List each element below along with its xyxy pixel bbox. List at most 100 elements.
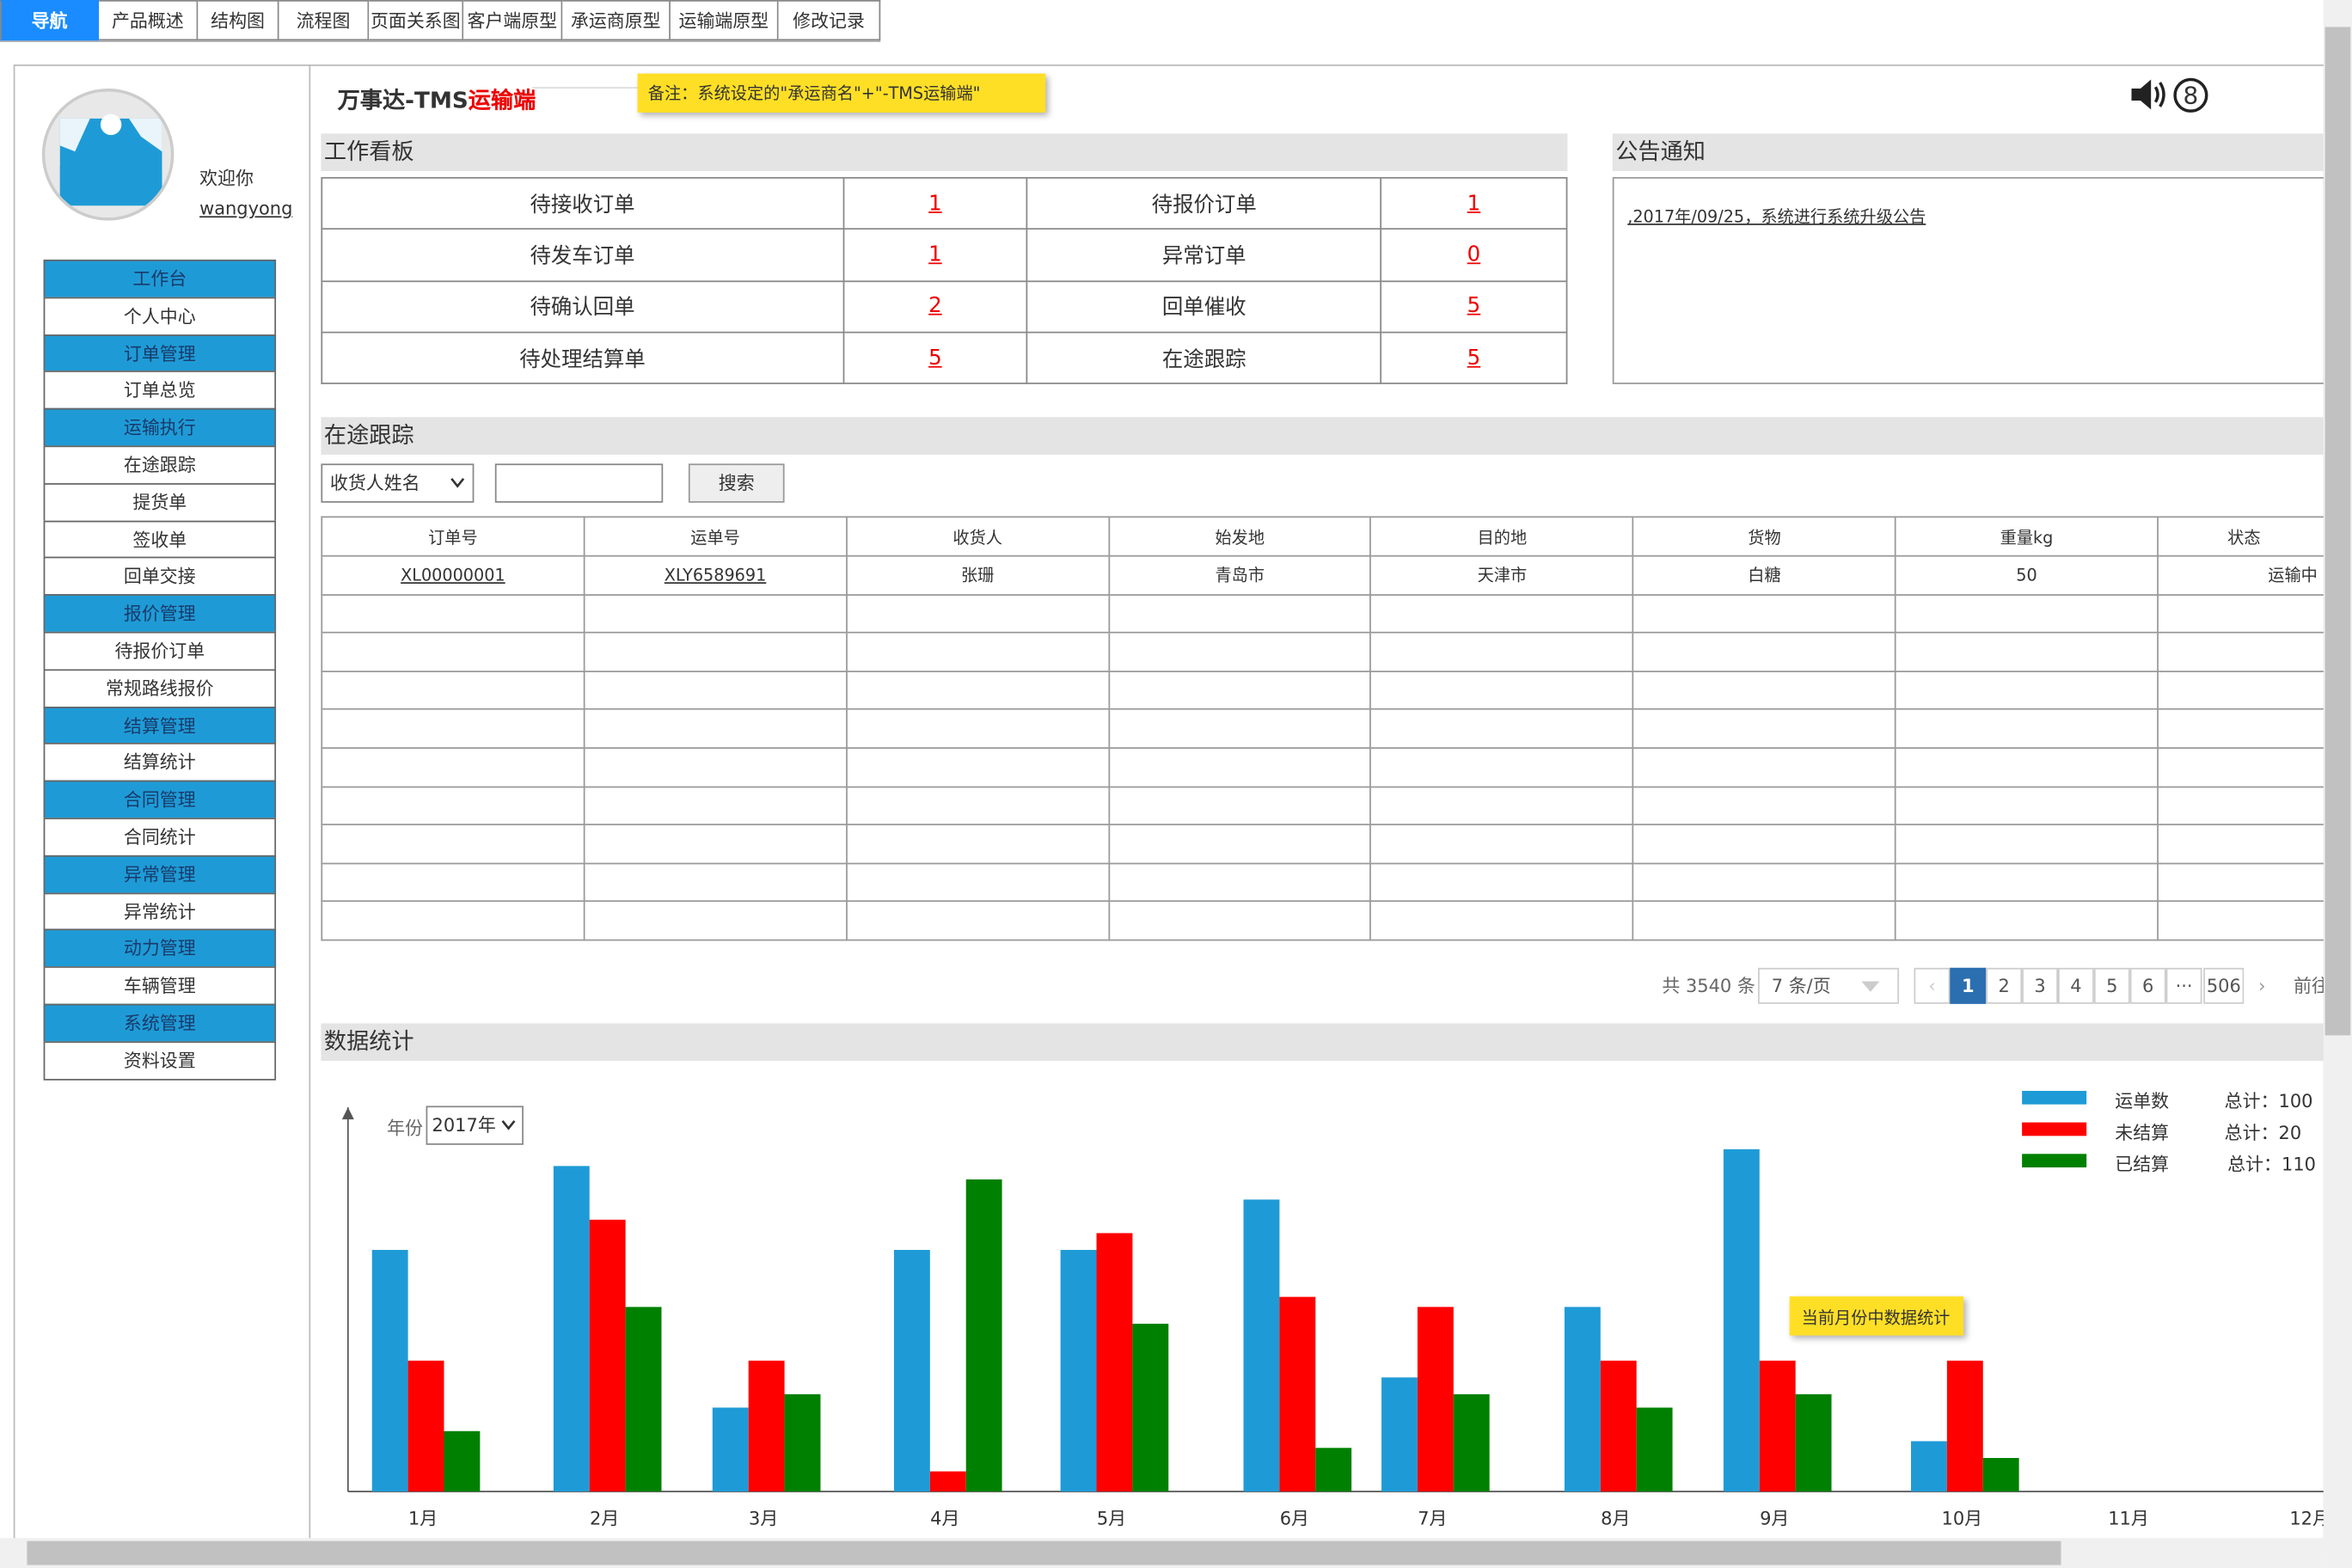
nav-tab-4[interactable]: 页面关系图 bbox=[369, 0, 464, 41]
nav-tab-0[interactable]: 导航 bbox=[0, 0, 100, 41]
table-cell bbox=[1895, 862, 2159, 903]
notice-item[interactable]: ,2017年/09/25，系统进行系统升级公告 bbox=[1627, 204, 2324, 228]
page-button[interactable]: 2 bbox=[1986, 967, 2023, 1004]
board-count[interactable]: 1 bbox=[1380, 176, 1568, 230]
board-count[interactable]: 1 bbox=[842, 228, 1028, 282]
table-cell bbox=[1107, 862, 1372, 903]
nav-tab-6[interactable]: 承运商原型 bbox=[562, 0, 671, 41]
page-size-select[interactable]: 7 条/页 bbox=[1758, 967, 1900, 1004]
speaker-icon[interactable] bbox=[2128, 77, 2171, 119]
menu-item-10[interactable]: 待报价订单 bbox=[43, 631, 277, 671]
x-tick-label: 4月 bbox=[930, 1508, 959, 1528]
page-size-value: 7 条/页 bbox=[1771, 975, 1831, 997]
menu-group-18[interactable]: 动力管理 bbox=[43, 929, 277, 969]
menu-item-17[interactable]: 异常统计 bbox=[43, 891, 277, 931]
menu-item-3[interactable]: 订单总览 bbox=[43, 371, 277, 410]
x-tick-label: 3月 bbox=[749, 1508, 778, 1528]
page-button[interactable]: 6 bbox=[2129, 967, 2166, 1004]
prev-page-button[interactable]: ‹ bbox=[1914, 967, 1951, 1004]
table-cell bbox=[1632, 862, 1896, 903]
bar-运单数 bbox=[1243, 1199, 1280, 1492]
menu-item-21[interactable]: 资料设置 bbox=[43, 1040, 277, 1080]
menu-item-13[interactable]: 结算统计 bbox=[43, 743, 277, 782]
table-row bbox=[321, 862, 2331, 903]
table-cell bbox=[321, 632, 585, 672]
bar-未结算 bbox=[929, 1471, 966, 1492]
notice-panel: ,2017年/09/25，系统进行系统升级公告 bbox=[1612, 176, 2325, 384]
table-cell bbox=[1632, 708, 1896, 749]
board-count[interactable]: 0 bbox=[1380, 228, 1568, 282]
title-prefix: 万事达-TMS bbox=[337, 87, 469, 114]
notification-badge[interactable]: 8 bbox=[2173, 77, 2208, 113]
table-cell bbox=[2157, 824, 2331, 864]
vertical-scrollbar[interactable] bbox=[2323, 0, 2352, 1568]
nav-tab-1[interactable]: 产品概述 bbox=[99, 0, 199, 41]
page-button[interactable]: ··· bbox=[2165, 967, 2202, 1004]
menu-group-20[interactable]: 系统管理 bbox=[43, 1003, 277, 1043]
menu-group-9[interactable]: 报价管理 bbox=[43, 594, 277, 634]
next-page-button[interactable]: › bbox=[2244, 967, 2281, 1004]
total-count: 共 3540 条 bbox=[1662, 975, 1755, 997]
filter-select[interactable]: 收货人姓名 bbox=[321, 463, 475, 503]
page-button[interactable]: 3 bbox=[2022, 967, 2059, 1004]
table-cell bbox=[845, 785, 1110, 826]
menu-item-6[interactable]: 提货单 bbox=[43, 482, 277, 522]
tracking-title: 在途跟踪 bbox=[321, 417, 2325, 455]
table-cell bbox=[1107, 632, 1372, 672]
board-count[interactable]: 5 bbox=[1380, 279, 1568, 334]
menu-group-2[interactable]: 订单管理 bbox=[43, 334, 277, 373]
table-cell bbox=[583, 862, 848, 903]
table-row bbox=[321, 632, 2331, 672]
board-count[interactable]: 5 bbox=[1380, 331, 1568, 385]
menu-item-11[interactable]: 常规路线报价 bbox=[43, 669, 277, 708]
menu-item-15[interactable]: 合同统计 bbox=[43, 818, 277, 857]
bar-未结算 bbox=[1759, 1360, 1796, 1492]
bar-未结算 bbox=[1096, 1233, 1133, 1492]
horizontal-scrollbar[interactable] bbox=[0, 1538, 2324, 1568]
nav-tab-8[interactable]: 修改记录 bbox=[778, 0, 881, 41]
board-count[interactable]: 2 bbox=[842, 279, 1028, 334]
table-cell bbox=[1895, 747, 2159, 787]
table-cell bbox=[1369, 824, 1634, 864]
page-button[interactable]: 1 bbox=[1950, 967, 1987, 1004]
menu-group-0[interactable]: 工作台 bbox=[43, 259, 277, 298]
menu-group-12[interactable]: 结算管理 bbox=[43, 706, 277, 745]
menu-group-4[interactable]: 运输执行 bbox=[43, 408, 277, 448]
page-button[interactable]: 5 bbox=[2093, 967, 2130, 1004]
nav-tab-3[interactable]: 流程图 bbox=[279, 0, 370, 41]
x-tick-label: 6月 bbox=[1280, 1508, 1309, 1528]
table-row bbox=[321, 708, 2331, 749]
vertical-scrollbar-thumb[interactable] bbox=[2324, 27, 2351, 1036]
bar-已结算 bbox=[1982, 1457, 2019, 1492]
page-button[interactable]: 4 bbox=[2058, 967, 2094, 1004]
table-cell[interactable]: XL00000001 bbox=[321, 554, 585, 596]
menu-item-5[interactable]: 在途跟踪 bbox=[43, 445, 277, 485]
search-input[interactable] bbox=[494, 463, 664, 503]
table-cell[interactable]: XLY6589691 bbox=[583, 554, 848, 596]
table-cell bbox=[583, 900, 848, 941]
column-header: 订单号 bbox=[321, 516, 585, 557]
search-button[interactable]: 搜索 bbox=[688, 463, 785, 503]
x-tick-label: 2月 bbox=[590, 1508, 619, 1528]
board-count[interactable]: 1 bbox=[842, 176, 1028, 230]
table-cell bbox=[1107, 708, 1372, 749]
board-count[interactable]: 5 bbox=[842, 331, 1028, 385]
table-cell bbox=[2157, 632, 2331, 672]
menu-item-1[interactable]: 个人中心 bbox=[43, 297, 277, 336]
bar-未结算 bbox=[1600, 1360, 1637, 1492]
nav-tab-7[interactable]: 运输端原型 bbox=[670, 0, 779, 41]
table-cell bbox=[1895, 900, 2159, 941]
menu-group-14[interactable]: 合同管理 bbox=[43, 780, 277, 819]
avatar[interactable] bbox=[41, 88, 175, 221]
column-header: 运单号 bbox=[583, 516, 848, 557]
menu-item-19[interactable]: 车辆管理 bbox=[43, 966, 277, 1006]
menu-item-8[interactable]: 回单交接 bbox=[43, 557, 277, 597]
nav-tab-5[interactable]: 客户端原型 bbox=[463, 0, 563, 41]
page-button[interactable]: 506 bbox=[2203, 967, 2245, 1004]
nav-tab-2[interactable]: 结构图 bbox=[198, 0, 279, 41]
menu-item-7[interactable]: 签收单 bbox=[43, 519, 277, 559]
username-link[interactable]: wangyong bbox=[199, 198, 292, 218]
menu-group-16[interactable]: 异常管理 bbox=[43, 854, 277, 894]
horizontal-scrollbar-thumb[interactable] bbox=[27, 1540, 2061, 1565]
table-cell bbox=[1895, 632, 2159, 672]
